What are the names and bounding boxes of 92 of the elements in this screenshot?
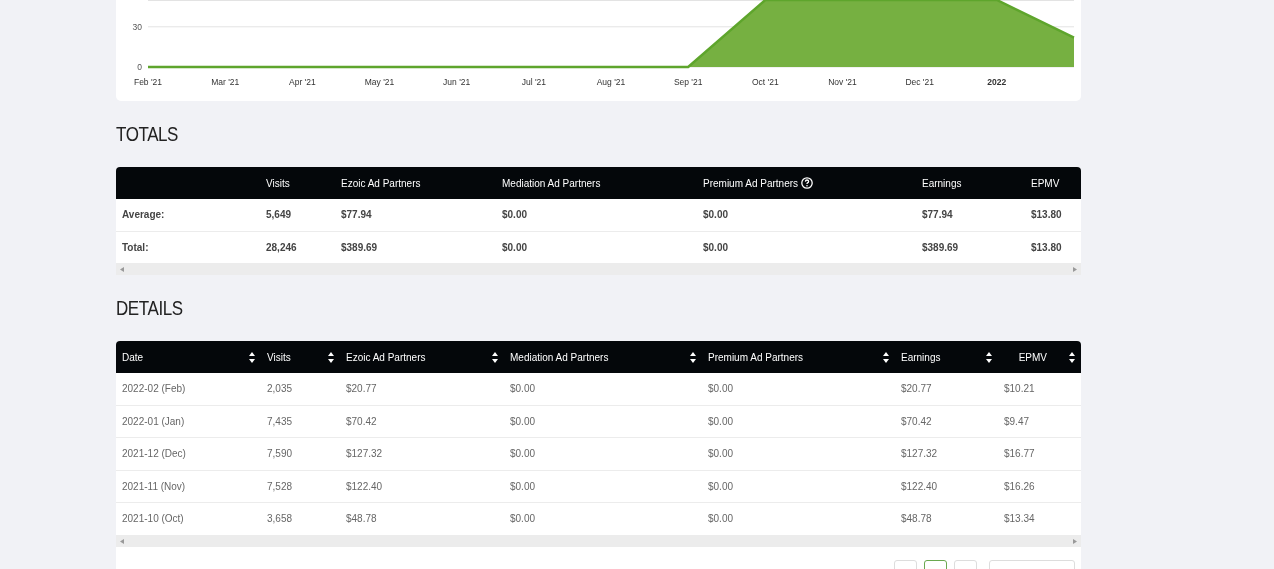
sort-icon[interactable] (1069, 351, 1075, 363)
column-header[interactable]: Date (122, 351, 144, 363)
table-cell: $0.00 (510, 448, 536, 460)
scroll-right-icon[interactable] (1073, 538, 1077, 544)
x-tick-label: Dec '21 (905, 77, 934, 87)
section-title: DETAILS (116, 295, 184, 321)
x-tick-label: Nov '21 (828, 77, 857, 87)
scroll-left-icon[interactable] (120, 538, 124, 544)
table-cell: 7,435 (267, 415, 293, 427)
section-title: TOTALS (116, 121, 179, 147)
x-tick-label: Oct '21 (752, 77, 779, 87)
x-tick-label: Mar '21 (211, 77, 240, 87)
table-cell: $13.34 (1004, 513, 1035, 525)
sort-icon[interactable] (492, 351, 498, 363)
column-header[interactable]: EPMV (1018, 351, 1047, 363)
x-tick-label: Feb '21 (133, 77, 163, 87)
y-tick-label: 30 (132, 21, 142, 32)
sort-icon[interactable] (328, 351, 334, 363)
column-header[interactable]: Earnings (901, 351, 941, 363)
table-cell: $0.00 (708, 448, 734, 460)
scrollbar[interactable] (116, 535, 1081, 547)
row-label: Total: (122, 241, 149, 253)
column-header: Premium Ad Partners (703, 177, 799, 189)
table-cell: $0.00 (708, 480, 734, 492)
column-header[interactable]: Visits (267, 351, 291, 363)
table-cell: $16.26 (1004, 480, 1035, 492)
x-tick-label: Jun '21 (443, 77, 471, 87)
row-label: Average: (122, 209, 165, 221)
table-cell: $0.00 (510, 415, 536, 427)
table-cell: $16.77 (1004, 448, 1035, 460)
sort-icon[interactable] (986, 351, 992, 363)
table-cell: 2,035 (267, 383, 293, 395)
table-cell: 2022-02 (Feb) (122, 383, 186, 395)
table-cell: $0.00 (502, 209, 528, 221)
table-cell: $0.00 (510, 513, 536, 525)
sort-icon[interactable] (883, 351, 889, 363)
table-cell: 2021-10 (Oct) (122, 513, 184, 525)
x-tick-label: Jul '21 (521, 77, 546, 87)
column-header: Visits (266, 177, 290, 189)
table-cell: $0.00 (510, 383, 536, 395)
sort-icon[interactable] (249, 351, 255, 363)
table-cell: 7,590 (267, 448, 293, 460)
table-cell: $70.42 (346, 415, 377, 427)
column-header: Mediation Ad Partners (502, 177, 601, 189)
table-cell: $48.78 (346, 513, 377, 525)
column-header: Earnings (922, 177, 962, 189)
table-cell: 28,246 (266, 241, 297, 253)
table-cell: $0.00 (708, 415, 734, 427)
table-cell: $10.21 (1004, 383, 1035, 395)
table-cell: $70.42 (901, 415, 932, 427)
table-cell: $122.40 (346, 480, 383, 492)
x-tick-label: Apr '21 (289, 77, 316, 87)
table-cell: 7,528 (267, 480, 293, 492)
table-cell: 2021-11 (Nov) (122, 480, 186, 492)
table-cell: $389.69 (341, 241, 378, 253)
table-cell: 2021-12 (Dec) (122, 448, 186, 460)
table-cell: $20.77 (901, 383, 932, 395)
table-cell: 3,658 (267, 513, 293, 525)
column-header[interactable]: Mediation Ad Partners (510, 351, 609, 363)
sort-icon[interactable] (690, 351, 696, 363)
table-cell: $122.40 (901, 480, 938, 492)
x-tick-label: May '21 (364, 77, 395, 87)
table-cell: $0.00 (708, 513, 734, 525)
table-cell: $13.80 (1031, 209, 1062, 221)
table-cell: $0.00 (703, 209, 729, 221)
table-cell: $127.32 (901, 448, 938, 460)
table-cell: $0.00 (510, 480, 536, 492)
table-cell: $127.32 (346, 448, 383, 460)
x-tick-label: Sep '21 (673, 77, 703, 87)
table-cell: $20.77 (346, 383, 377, 395)
table-cell: $9.47 (1004, 415, 1030, 427)
table-cell: $0.00 (708, 383, 734, 395)
scroll-right-icon[interactable] (1073, 267, 1077, 272)
x-tick-label: 2022 (987, 77, 1007, 87)
table-cell: $0.00 (502, 241, 528, 253)
table-cell: $77.94 (341, 209, 372, 221)
y-tick-label: 0 (137, 62, 142, 72)
column-header: EPMV (1031, 177, 1060, 189)
table-cell: $77.94 (922, 209, 953, 221)
column-header[interactable]: Premium Ad Partners (708, 351, 804, 363)
table-cell: $0.00 (703, 241, 729, 253)
table-cell: $13.80 (1031, 241, 1062, 253)
scroll-left-icon[interactable] (120, 267, 124, 272)
table-cell: $389.69 (922, 241, 959, 253)
scrollbar[interactable] (116, 264, 1081, 275)
x-tick-label: Aug '21 (596, 77, 626, 87)
table-cell: 5,649 (266, 209, 292, 221)
table-cell: $48.78 (901, 513, 932, 525)
table-cell: 2022-01 (Jan) (122, 415, 185, 427)
column-header[interactable]: Ezoic Ad Partners (346, 351, 426, 363)
column-header: Ezoic Ad Partners (341, 177, 421, 189)
help-icon[interactable] (801, 177, 814, 189)
